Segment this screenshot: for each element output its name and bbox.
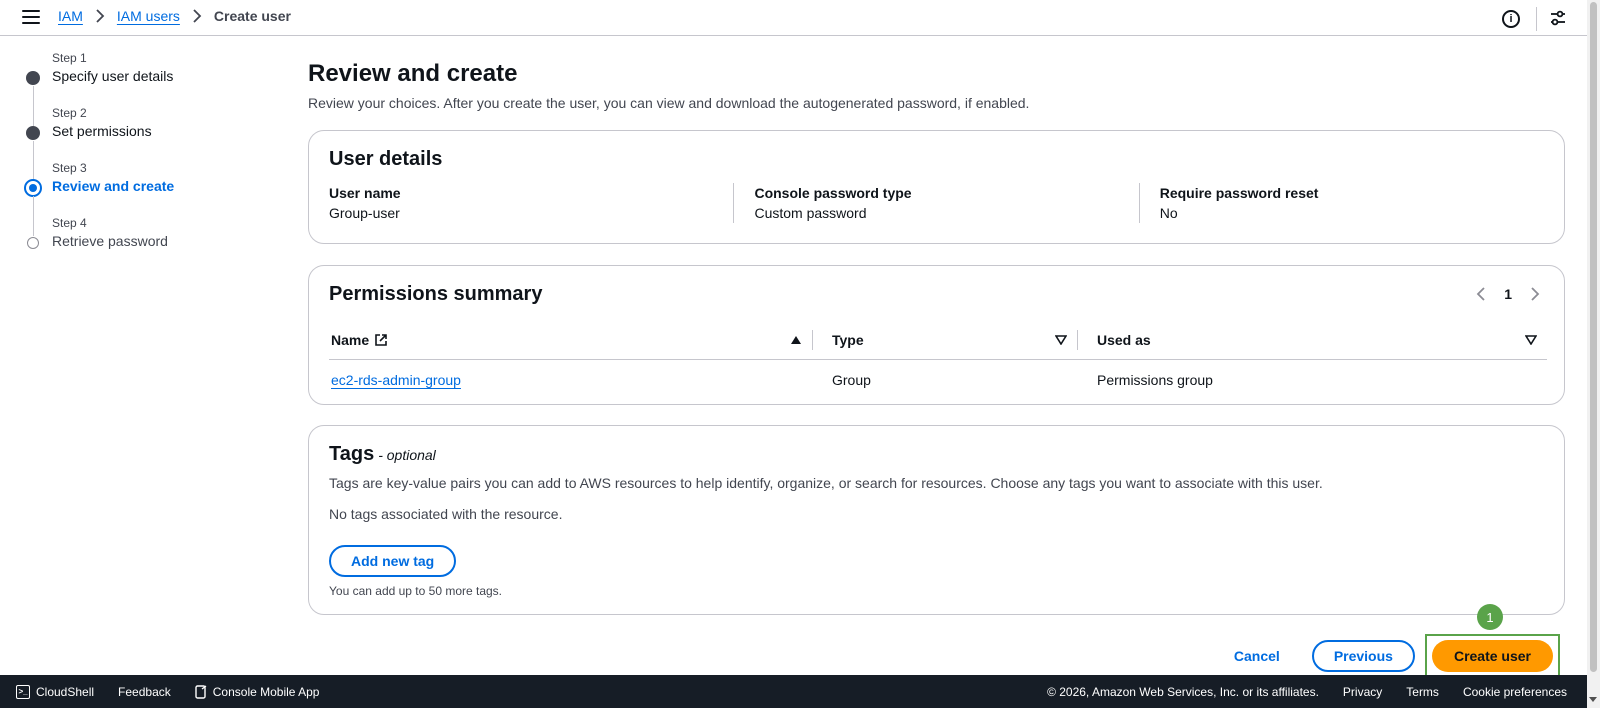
top-navigation-bar: IAM IAM users Create user i <box>0 0 1587 36</box>
page-description: Review your choices. After you create th… <box>308 95 1030 111</box>
mobile-app-label: Console Mobile App <box>212 684 320 699</box>
console-password-type-field: Console password type Custom password <box>733 183 1138 223</box>
chevron-right-icon <box>93 9 107 23</box>
column-header-used-as[interactable]: Used as <box>1077 328 1547 352</box>
step-future-dot-icon <box>27 237 39 249</box>
step-2[interactable]: Step 2 Set permissions <box>24 105 264 181</box>
step-number: Step 3 <box>52 161 87 175</box>
cell-type: Group <box>832 372 871 388</box>
step-label: Review and create <box>52 178 175 194</box>
mobile-app-icon <box>195 684 207 699</box>
main-header: Review and create Review your choices. A… <box>308 58 1564 113</box>
step-label: Retrieve password <box>52 233 168 249</box>
group-link[interactable]: ec2-rds-admin-group <box>331 372 461 388</box>
column-label: Used as <box>1097 331 1151 348</box>
breadcrumb-iam[interactable]: IAM <box>58 8 83 24</box>
field-key: Require password reset <box>1159 185 1319 201</box>
step-marker-badge: 1 <box>1476 604 1503 630</box>
column-label: Name <box>331 331 370 348</box>
table-row: ec2-rds-admin-group Group Permissions gr… <box>329 360 1547 400</box>
optional-label: - optional <box>378 447 436 463</box>
step-label: Specify user details <box>52 68 174 84</box>
step-number: Step 1 <box>52 51 87 65</box>
chevron-right-icon <box>190 9 204 23</box>
current-page[interactable]: 1 <box>1504 286 1512 302</box>
cookie-preferences-link[interactable]: Cookie preferences <box>1463 685 1567 699</box>
field-value: Group-user <box>329 205 400 221</box>
cloudshell-icon: >_ <box>16 684 30 699</box>
sort-ascending-icon[interactable] <box>790 332 802 348</box>
tags-description: Tags are key-value pairs you can add to … <box>329 475 1323 491</box>
tags-empty-message: No tags associated with the resource. <box>329 506 563 522</box>
previous-button[interactable]: Previous <box>1311 640 1415 672</box>
step-active-dot-icon <box>24 179 42 197</box>
step-label: Set permissions <box>52 123 152 139</box>
scrollbar-thumb[interactable] <box>1590 2 1597 672</box>
column-label: Type <box>832 331 864 348</box>
console-mobile-app-button[interactable]: Console Mobile App <box>195 684 320 699</box>
step-number: Step 2 <box>52 106 87 120</box>
cell-used-as: Permissions group <box>1097 372 1213 388</box>
add-new-tag-button[interactable]: Add new tag <box>329 545 457 577</box>
column-header-type[interactable]: Type <box>812 328 1077 352</box>
field-key: Console password type <box>754 185 912 201</box>
pagination: 1 <box>1474 286 1542 302</box>
wizard-steps: Step 1 Specify user details Step 2 Set p… <box>24 50 264 270</box>
create-user-highlight: 1 Create user <box>1424 604 1560 678</box>
chevron-right-icon[interactable] <box>1528 287 1542 301</box>
external-link-icon <box>375 333 387 346</box>
sort-icon[interactable] <box>1524 332 1538 348</box>
divider <box>1536 7 1537 31</box>
tags-hint: You can add up to 50 more tags. <box>329 584 503 598</box>
breadcrumb-current: Create user <box>213 8 291 24</box>
field-value: Custom password <box>754 205 867 221</box>
vertical-scrollbar[interactable] <box>1587 0 1600 708</box>
info-icon[interactable]: i <box>1502 10 1520 28</box>
scroll-down-arrow-icon[interactable] <box>1589 697 1597 702</box>
page-title: Review and create <box>308 60 518 87</box>
column-header-name[interactable]: Name <box>329 328 812 352</box>
require-password-reset-field: Require password reset No <box>1138 183 1544 223</box>
feedback-button[interactable]: Feedback <box>118 685 171 699</box>
tags-title: Tags - optional <box>329 442 1544 467</box>
create-user-button[interactable]: Create user <box>1431 640 1553 672</box>
step-3: Step 3 Review and create <box>24 160 264 236</box>
copyright: © 2026, Amazon Web Services, Inc. or its… <box>1047 684 1319 699</box>
sort-icon[interactable] <box>1054 332 1068 348</box>
cancel-button[interactable]: Cancel <box>1234 648 1280 664</box>
field-value: No <box>1159 205 1178 221</box>
wizard-actions: Cancel Previous 1 Create user <box>1234 604 1560 678</box>
cloudshell-label: CloudShell <box>36 684 95 699</box>
breadcrumb: IAM IAM users Create user <box>58 8 291 24</box>
privacy-link[interactable]: Privacy <box>1343 685 1382 699</box>
step-number: Step 4 <box>52 216 87 230</box>
step-4: Step 4 Retrieve password <box>24 215 264 270</box>
footer: >_ CloudShell Feedback Console Mobile Ap… <box>0 675 1587 708</box>
user-details-title: User details <box>329 148 443 170</box>
chevron-left-icon[interactable] <box>1474 287 1488 301</box>
user-details-panel: User details User name Group-user Consol… <box>308 130 1565 244</box>
tags-panel: Tags - optional Tags are key-value pairs … <box>308 425 1565 615</box>
permissions-summary-panel: Permissions summary 1 Name Type Used as … <box>308 265 1565 405</box>
field-key: User name <box>329 185 401 201</box>
cloudshell-button[interactable]: >_ CloudShell <box>16 684 95 699</box>
table-header-row: Name Type Used as <box>329 320 1547 360</box>
tags-title-text: Tags <box>329 443 375 465</box>
terms-link[interactable]: Terms <box>1406 685 1439 699</box>
step-done-dot-icon <box>26 71 40 85</box>
user-name-field: User name Group-user <box>329 183 733 223</box>
menu-icon[interactable] <box>22 9 40 25</box>
permissions-table: Name Type Used as ec2-rds-admin-group Gr… <box>329 320 1547 400</box>
step-done-dot-icon <box>26 126 40 140</box>
step-1[interactable]: Step 1 Specify user details <box>24 50 264 126</box>
settings-sliders-icon[interactable] <box>1549 9 1567 30</box>
permissions-summary-title: Permissions summary <box>329 283 543 305</box>
breadcrumb-iam-users[interactable]: IAM users <box>117 8 180 24</box>
